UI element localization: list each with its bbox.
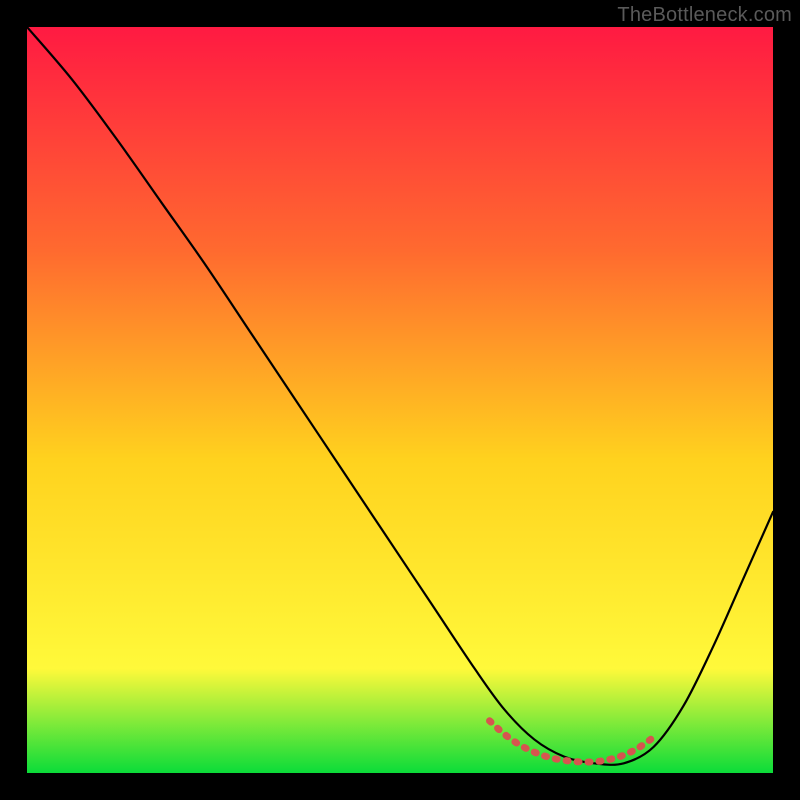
chart-background [27, 27, 773, 773]
watermark-text: TheBottleneck.com [617, 4, 792, 27]
chart-container: TheBottleneck.com [0, 0, 800, 800]
bottleneck-chart [27, 27, 773, 773]
